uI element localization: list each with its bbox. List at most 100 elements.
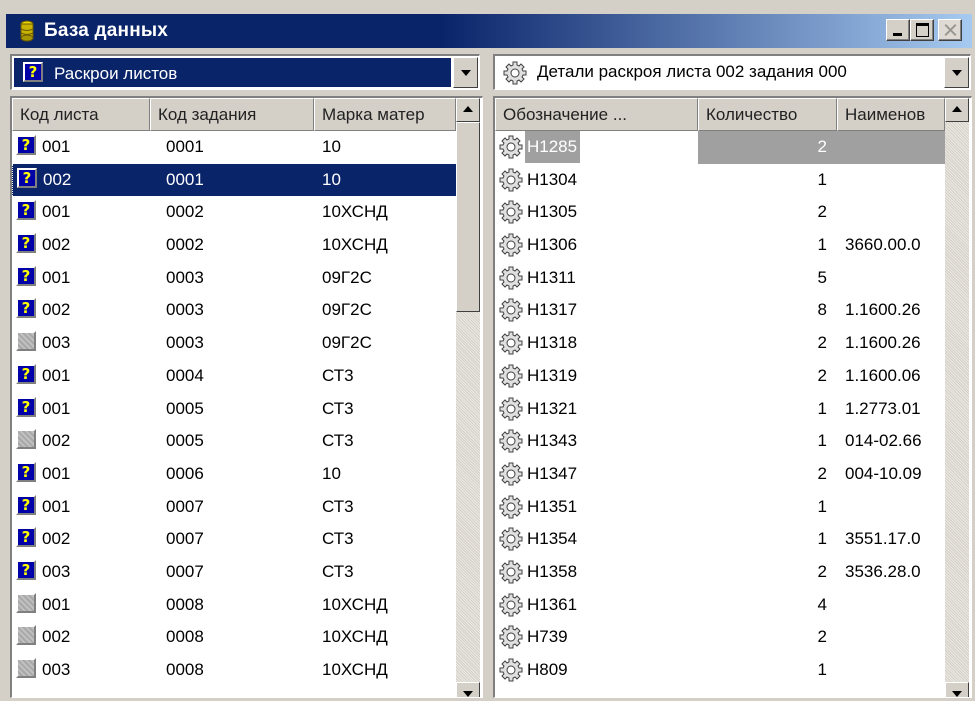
details-combo[interactable]: Детали раскроя листа 002 задания 000 xyxy=(493,54,971,90)
table-row[interactable]: Н1318 2 1.1600.26 xyxy=(495,327,945,360)
vertical-scrollbar[interactable] xyxy=(945,98,969,697)
material-cell: 10 xyxy=(322,137,341,156)
task-code-cell: 0002 xyxy=(166,202,204,222)
table-row[interactable]: Н1343 1 014-02.66 xyxy=(495,425,945,458)
blank-record-icon: ? xyxy=(16,429,36,450)
combo-dropdown-button[interactable] xyxy=(453,57,478,88)
combo-dropdown-button[interactable] xyxy=(944,57,969,88)
combo-selection: ? Раскрои листов xyxy=(14,58,451,87)
table-row[interactable]: Н1319 2 1.1600.06 xyxy=(495,360,945,393)
table-row[interactable]: Н1321 1 1.2773.01 xyxy=(495,393,945,426)
title-bar[interactable]: База данных xyxy=(6,14,972,48)
name-cell: 014-02.66 xyxy=(845,431,922,451)
table-row[interactable]: Н1361 4 xyxy=(495,589,945,622)
column-header-task-code[interactable]: Код задания xyxy=(150,98,314,131)
designation-cell: Н1311 xyxy=(527,267,576,287)
quantity-cell: 1 xyxy=(817,398,827,418)
quantity-cell: 1 xyxy=(817,169,827,189)
designation-cell: Н1361 xyxy=(527,594,578,614)
column-header-quantity[interactable]: Количество xyxy=(698,98,837,131)
name-cell xyxy=(837,196,945,229)
question-icon: ? xyxy=(16,396,36,417)
column-header-material[interactable]: Марка матер xyxy=(314,98,456,131)
table-row[interactable]: Н1304 1 xyxy=(495,164,945,197)
gear-icon xyxy=(499,462,523,486)
column-header-name[interactable]: Наименов xyxy=(837,98,945,131)
table-row[interactable]: ? 001 0002 10ХСНД xyxy=(12,196,456,229)
name-cell: 004-10.09 xyxy=(845,463,922,483)
question-icon: ? xyxy=(16,135,36,155)
task-code-cell: 0002 xyxy=(166,235,204,255)
table-row[interactable]: ? 002 0008 10ХСНД xyxy=(12,621,456,654)
table-row[interactable]: Н1311 5 xyxy=(495,262,945,295)
sheet-code-cell: 001 xyxy=(42,463,71,483)
question-icon: ? xyxy=(16,363,36,384)
material-cell: 10 xyxy=(314,163,456,197)
table-row[interactable]: ? 001 0008 10ХСНД xyxy=(12,589,456,622)
material-cell: СТ3 xyxy=(322,561,354,581)
material-cell: 09Г2С xyxy=(322,267,372,287)
table-row[interactable]: ? 001 0001 10 xyxy=(12,131,456,164)
table-row[interactable]: Н1305 2 xyxy=(495,196,945,229)
name-cell xyxy=(837,262,945,295)
table-row[interactable]: ? 001 0003 09Г2С xyxy=(12,262,456,295)
table-row[interactable]: ? 001 0007 СТ3 xyxy=(12,491,456,524)
task-code-cell: 0008 xyxy=(166,660,204,679)
table-row[interactable]: Н1351 1 xyxy=(495,491,945,524)
details-grid[interactable]: Обозначение ... Количество Наименов Н128… xyxy=(493,96,972,698)
table-row[interactable]: Н809 1 xyxy=(495,654,945,687)
table-row[interactable]: ? 002 0005 СТ3 xyxy=(12,425,456,458)
table-row[interactable]: Н1347 2 004-10.09 xyxy=(495,458,945,491)
table-row[interactable]: Н739 2 xyxy=(495,621,945,654)
scroll-up-button[interactable] xyxy=(945,98,969,122)
close-button[interactable] xyxy=(938,19,962,41)
material-cell: СТ3 xyxy=(322,529,354,549)
table-row[interactable]: Н1317 8 1.1600.26 xyxy=(495,294,945,327)
quantity-cell: 1 xyxy=(817,235,827,255)
table-row[interactable]: ? 003 0003 09Г2С xyxy=(12,327,456,360)
question-icon: ? xyxy=(16,559,36,580)
grid-rows: ? 001 0001 10? 002 0001 10? 001 0002 10ХСНД? 002 00… xyxy=(12,131,456,687)
designation-cell: Н1321 xyxy=(527,398,578,418)
quantity-cell: 2 xyxy=(817,561,827,581)
scroll-thumb[interactable] xyxy=(456,122,480,312)
task-code-cell: 0008 xyxy=(166,627,204,647)
scroll-down-button[interactable] xyxy=(456,682,480,697)
table-row[interactable]: Н1354 1 3551.17.0 xyxy=(495,523,945,556)
scroll-up-button[interactable] xyxy=(456,98,480,122)
task-code-cell: 0003 xyxy=(166,267,204,287)
column-header-sheet-code[interactable]: Код листа xyxy=(12,98,150,131)
grid-header: Обозначение ... Количество Наименов xyxy=(495,98,945,131)
vertical-scrollbar[interactable] xyxy=(456,98,480,697)
sheet-code-cell: 003 xyxy=(42,333,71,353)
grid-rows: Н1285 2 Н1304 1 Н1305 2 Н1306 1 3660.00.0 Н1311 5 Н… xyxy=(495,131,945,687)
maximize-button[interactable] xyxy=(910,19,934,41)
table-row[interactable]: ? 002 0002 10ХСНД xyxy=(12,229,456,262)
task-code-cell: 0003 xyxy=(166,300,204,320)
quantity-cell: 2 xyxy=(817,365,827,385)
task-code-cell: 0007 xyxy=(166,561,204,581)
sheet-code-cell: 002 xyxy=(43,169,72,189)
table-row[interactable]: ? 001 0004 СТ3 xyxy=(12,360,456,393)
sheet-code-cell: 002 xyxy=(42,431,71,451)
table-row[interactable]: ? 003 0007 СТ3 xyxy=(12,556,456,589)
table-select-combo[interactable]: ? Раскрои листов xyxy=(10,54,480,90)
database-icon xyxy=(20,20,34,42)
table-row[interactable]: Н1306 1 3660.00.0 xyxy=(495,229,945,262)
table-row[interactable]: ? 003 0008 10ХСНД xyxy=(12,654,456,687)
minimize-button[interactable] xyxy=(886,19,910,41)
table-row[interactable]: ? 001 0005 СТ3 xyxy=(12,393,456,426)
sheets-grid[interactable]: Код листа Код задания Марка матер ? 001 00… xyxy=(10,96,483,698)
scroll-down-button[interactable] xyxy=(945,682,969,697)
task-code-cell: 0008 xyxy=(166,594,204,614)
table-row[interactable]: Н1358 2 3536.28.0 xyxy=(495,556,945,589)
table-row[interactable]: Н1285 2 xyxy=(495,131,945,164)
table-row[interactable]: ? 002 0007 СТ3 xyxy=(12,523,456,556)
name-cell: 3536.28.0 xyxy=(845,561,921,581)
name-cell xyxy=(837,589,945,622)
table-row[interactable]: ? 002 0003 09Г2С xyxy=(12,294,456,327)
table-row[interactable]: ? 002 0001 10 xyxy=(12,163,456,197)
quantity-cell: 5 xyxy=(817,267,827,287)
column-header-designation[interactable]: Обозначение ... xyxy=(495,98,698,131)
table-row[interactable]: ? 001 0006 10 xyxy=(12,458,456,491)
